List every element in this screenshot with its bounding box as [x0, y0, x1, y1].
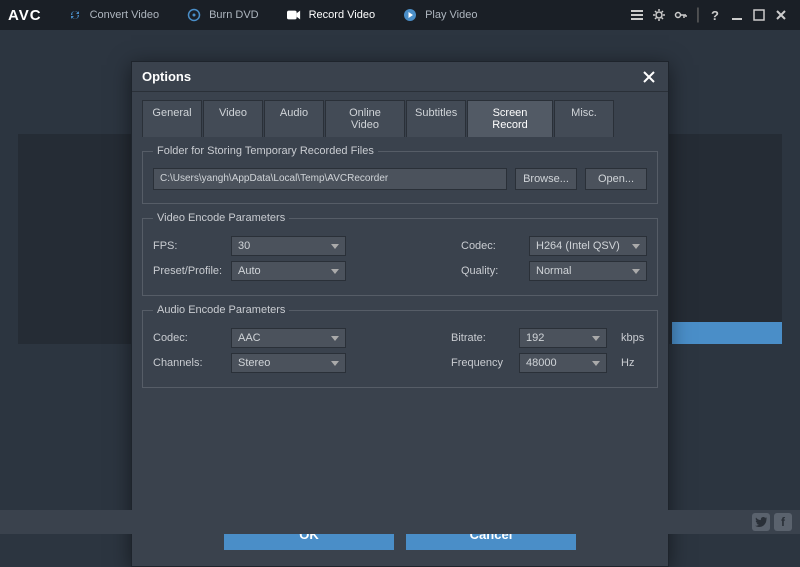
- tab-misc[interactable]: Misc.: [554, 100, 614, 137]
- folder-path-input[interactable]: C:\Users\yangh\AppData\Local\Temp\AVCRec…: [153, 168, 507, 190]
- nav-label: Record Video: [309, 9, 375, 21]
- video-codec-dropdown[interactable]: H264 (Intel QSV): [529, 236, 647, 256]
- video-encode-legend: Video Encode Parameters: [153, 212, 289, 224]
- app-logo: AVC: [8, 7, 42, 24]
- help-icon[interactable]: ?: [707, 7, 723, 23]
- quality-dropdown[interactable]: Normal: [529, 261, 647, 281]
- facebook-icon[interactable]: f: [774, 513, 792, 531]
- audio-codec-dropdown[interactable]: AAC: [231, 328, 346, 348]
- browse-button[interactable]: Browse...: [515, 168, 577, 190]
- dialog-close-button[interactable]: [640, 68, 658, 86]
- nav-label: Burn DVD: [209, 9, 259, 21]
- key-icon[interactable]: [673, 7, 689, 23]
- separator: |: [696, 6, 700, 24]
- nav-play-video[interactable]: Play Video: [389, 0, 491, 30]
- fps-label: FPS:: [153, 240, 223, 252]
- maximize-icon[interactable]: [751, 7, 767, 23]
- nav-record-video[interactable]: Record Video: [273, 0, 389, 30]
- audio-encode-group: Audio Encode Parameters Codec: AAC Bitra…: [142, 304, 658, 388]
- tab-online-video[interactable]: Online Video: [325, 100, 405, 137]
- dialog-titlebar: Options: [132, 62, 668, 92]
- folder-group: Folder for Storing Temporary Recorded Fi…: [142, 145, 658, 204]
- preset-dropdown[interactable]: Auto: [231, 261, 346, 281]
- tab-general[interactable]: General: [142, 100, 202, 137]
- audio-encode-legend: Audio Encode Parameters: [153, 304, 289, 316]
- topbar: AVC Convert Video Burn DVD Record Video …: [0, 0, 800, 30]
- menu-icon[interactable]: [629, 7, 645, 23]
- video-codec-label: Codec:: [461, 240, 521, 252]
- audio-codec-label: Codec:: [153, 332, 223, 344]
- bitrate-unit: kbps: [621, 332, 647, 344]
- channels-label: Channels:: [153, 357, 223, 369]
- options-dialog: Options General Video Audio Online Video…: [131, 61, 669, 567]
- tab-screen-record[interactable]: Screen Record: [467, 100, 553, 137]
- frequency-unit: Hz: [621, 357, 647, 369]
- tab-subtitles[interactable]: Subtitles: [406, 100, 466, 137]
- bottombar: f: [0, 510, 800, 534]
- close-icon[interactable]: [773, 7, 789, 23]
- tab-bar: General Video Audio Online Video Subtitl…: [132, 92, 668, 137]
- frequency-dropdown[interactable]: 48000: [519, 353, 607, 373]
- gear-icon[interactable]: [651, 7, 667, 23]
- channels-dropdown[interactable]: Stereo: [231, 353, 346, 373]
- bitrate-label: Bitrate:: [451, 332, 511, 344]
- tab-audio[interactable]: Audio: [264, 100, 324, 137]
- twitter-icon[interactable]: [752, 513, 770, 531]
- video-encode-group: Video Encode Parameters FPS: 30 Codec: H…: [142, 212, 658, 296]
- tab-video[interactable]: Video: [203, 100, 263, 137]
- fps-dropdown[interactable]: 30: [231, 236, 346, 256]
- nav-burn-dvd[interactable]: Burn DVD: [173, 0, 273, 30]
- open-button[interactable]: Open...: [585, 168, 647, 190]
- nav-label: Play Video: [425, 9, 477, 21]
- nav-convert-video[interactable]: Convert Video: [54, 0, 174, 30]
- disc-icon: [187, 8, 201, 22]
- quality-label: Quality:: [461, 265, 521, 277]
- record-icon: [287, 8, 301, 22]
- preset-label: Preset/Profile:: [153, 265, 223, 277]
- frequency-label: Frequency: [451, 357, 511, 369]
- bitrate-dropdown[interactable]: 192: [519, 328, 607, 348]
- refresh-icon: [68, 8, 82, 22]
- nav-label: Convert Video: [90, 9, 160, 21]
- folder-legend: Folder for Storing Temporary Recorded Fi…: [153, 145, 378, 157]
- minimize-icon[interactable]: [729, 7, 745, 23]
- dialog-title-text: Options: [142, 69, 191, 84]
- play-icon: [403, 8, 417, 22]
